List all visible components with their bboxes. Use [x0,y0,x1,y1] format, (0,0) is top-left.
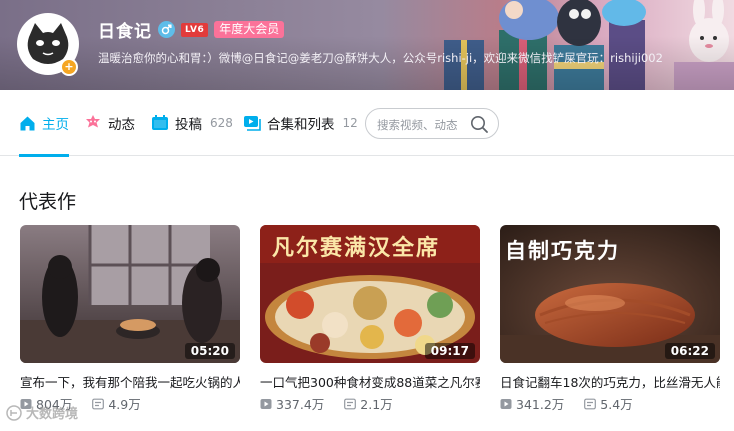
profile-banner [0,0,734,90]
level-badge: LV6 [181,22,209,37]
video-stats: 337.4万 2.1万 [260,394,393,413]
danmaku-count: 2.1万 [360,397,393,412]
play-count: 341.2万 [516,397,565,412]
video-duration: 09:17 [424,343,475,359]
play-count-stat: 337.4万 [260,394,324,413]
play-count: 337.4万 [276,397,325,412]
tab-collections[interactable]: 合集和列表 12 [243,90,358,156]
cover-text: 凡尔赛满汉全席 [272,235,441,261]
tab-home[interactable]: 主页 [19,90,69,157]
vip-label[interactable]: 年度大会员 [214,21,285,38]
video-stats: 341.2万 5.4万 [500,394,633,413]
video-title[interactable]: 宣布一下，我有那个陪我一起吃火锅的人 [20,372,240,391]
cover-text: 自制巧克力 [505,239,620,263]
section-title: 代表作 [19,191,77,213]
video-card[interactable]: 自制巧克力 06:22 日食记翻车18次的巧克力，比丝滑无人能 341.2万 5… [500,225,720,412]
main-content: 代表作 05:20 宣布一下，我有那个陪我一起吃火锅的人 804万 4.9万 凡… [0,157,734,431]
male-gender-icon [158,21,175,38]
upload-count: 628 [210,116,233,130]
search-input[interactable]: 搜索视频、动态 [377,117,458,133]
watermark: 大数跨境 [6,403,78,422]
profile-signature: 温暖治愈你的心和胃：）微博@日食记@姜老刀@酥饼大人，公众号rishi-ji，欢… [98,51,663,65]
play-icon [500,398,512,409]
play-icon [260,398,272,409]
banner-shade [0,0,734,90]
vip-badge-icon: + [60,58,78,76]
watermark-logo-icon [6,404,22,421]
home-icon [20,116,35,130]
tab-uploads[interactable]: 投稿 628 [151,90,233,156]
danmaku-icon [92,398,105,409]
collection-count: 12 [342,116,358,130]
danmaku-count-stat: 4.9万 [92,394,141,413]
profile-header: 日食记 LV6 年度大会员 [98,17,285,42]
danmaku-icon [344,398,357,409]
tab-collections-label: 合集和列表 [267,117,335,133]
collection-icon [244,116,261,131]
watermark-text: 大数跨境 [26,407,79,422]
danmaku-count: 4.9万 [108,397,141,412]
video-duration: 06:22 [664,343,715,359]
video-upload-icon [152,115,168,130]
tab-home-label: 主页 [42,117,69,133]
video-card[interactable]: 凡尔赛满汉全席 09:17 一口气把300种食材变成88道菜之凡尔赛 337.4… [260,225,480,412]
tab-dynamic-label: 动态 [108,117,135,133]
video-title[interactable]: 日食记翻车18次的巧克力，比丝滑无人能 [500,372,720,391]
danmaku-icon [584,398,597,409]
tab-dynamic[interactable]: 动态 [84,90,135,156]
tab-uploads-label: 投稿 [175,117,202,133]
video-card[interactable]: 05:20 宣布一下，我有那个陪我一起吃火锅的人 804万 4.9万 [20,225,240,412]
danmaku-count-stat: 5.4万 [584,394,633,413]
video-thumbnail[interactable]: 05:20 [20,225,240,363]
play-count-stat: 341.2万 [500,394,564,413]
video-thumbnail[interactable]: 自制巧克力 06:22 [500,225,720,363]
video-thumbnail[interactable]: 凡尔赛满汉全席 09:17 [260,225,480,363]
space-search-box[interactable]: 搜索视频、动态 [365,108,499,139]
profile-name[interactable]: 日食记 [98,17,152,42]
video-title[interactable]: 一口气把300种食材变成88道菜之凡尔赛 [260,372,480,391]
dynamic-icon [86,115,100,128]
danmaku-count: 5.4万 [600,397,633,412]
danmaku-count-stat: 2.1万 [344,394,393,413]
video-duration: 05:20 [184,343,235,359]
search-icon[interactable] [470,115,489,134]
